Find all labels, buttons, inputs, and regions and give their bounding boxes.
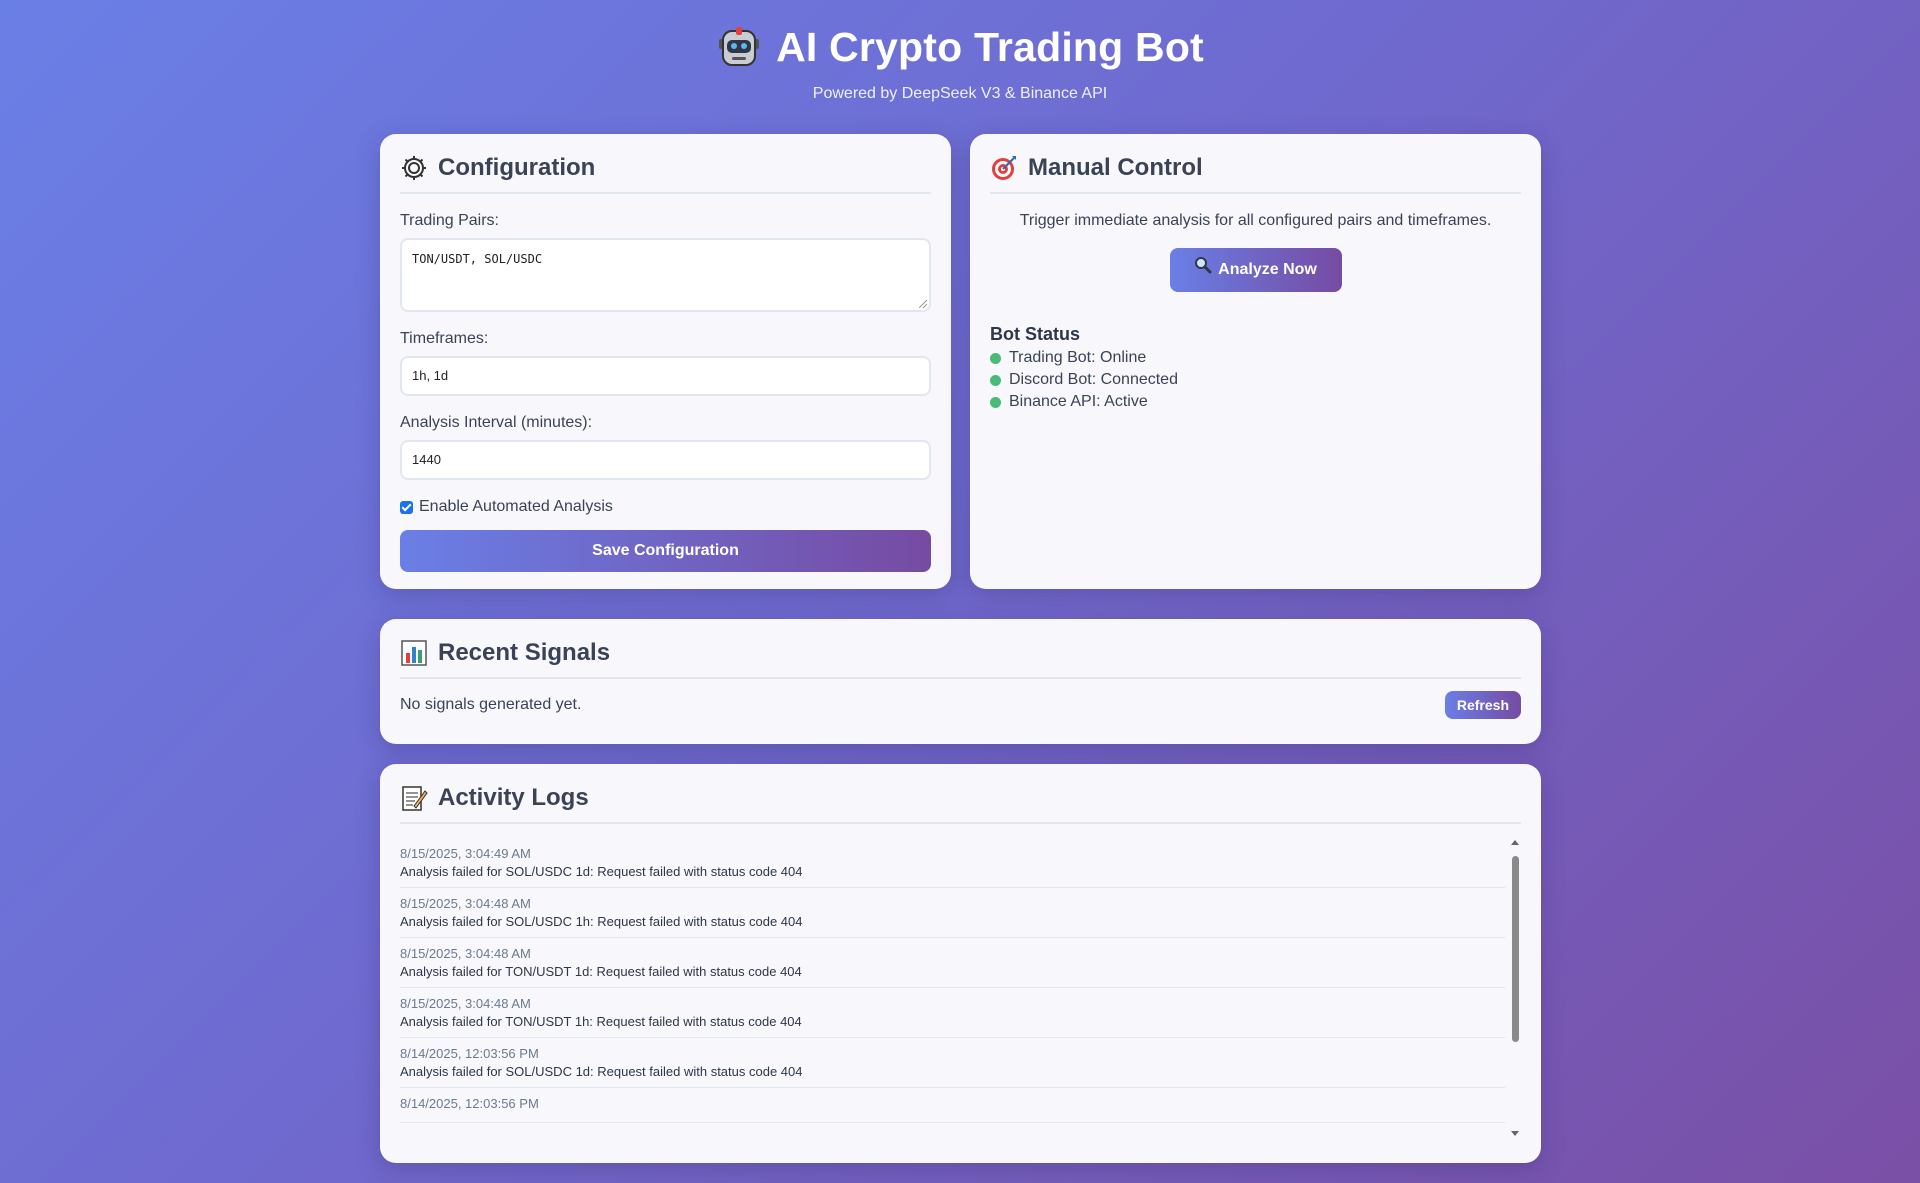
log-scrollbar[interactable] [1509, 838, 1521, 1138]
trading-pairs-value: TON/USDT, SOL/USDC [412, 252, 543, 266]
manual-control-header: Manual Control [990, 154, 1521, 194]
magnifier-icon [1194, 248, 1212, 292]
activity-logs-title: Activity Logs [438, 784, 589, 811]
log-item: 8/15/2025, 3:04:48 AM Analysis failed fo… [400, 988, 1505, 1038]
log-message: Analysis failed for SOL/USDC 1h: Request… [400, 914, 803, 929]
target-icon [990, 154, 1018, 182]
status-dot-icon [990, 374, 1001, 386]
log-timestamp: 8/14/2025, 12:03:56 PM [400, 1096, 539, 1111]
status-label: Trading Bot: Online [1009, 349, 1147, 366]
timeframes-label: Timeframes: [400, 330, 489, 347]
page-header: AI Crypto Trading Bot Powered by DeepSee… [0, 0, 1920, 103]
manual-control-title: Manual Control [1028, 154, 1203, 181]
configuration-title: Configuration [438, 154, 596, 181]
status-dot-icon [990, 352, 1001, 364]
recent-signals-header: Recent Signals [400, 639, 1521, 679]
status-item: Trading Bot: Online [990, 349, 1521, 367]
recent-signals-card: Recent Signals No signals generated yet.… [380, 619, 1541, 744]
activity-logs-card: Activity Logs 8/15/2025, 3:04:49 AM Anal… [380, 764, 1541, 1163]
analysis-interval-value: 1440 [412, 452, 441, 467]
scroll-down-arrow-icon[interactable] [1511, 1131, 1519, 1136]
log-item: 8/15/2025, 3:04:48 AM Analysis failed fo… [400, 938, 1505, 988]
trading-pairs-label: Trading Pairs: [400, 212, 499, 229]
manual-control-card: Manual Control Trigger immediate analysi… [970, 134, 1541, 589]
log-message: Analysis failed for SOL/USDC 1d: Request… [400, 864, 803, 879]
signals-row: No signals generated yet. Refresh [400, 691, 1521, 719]
configuration-card: Configuration Trading Pairs: TON/USDT, S… [380, 134, 951, 589]
page-subtitle: Powered by DeepSeek V3 & Binance API [812, 85, 1108, 102]
log-item: 8/15/2025, 3:04:49 AM Analysis failed fo… [400, 838, 1505, 888]
log-item: 8/15/2025, 3:04:48 AM Analysis failed fo… [400, 888, 1505, 938]
page-title: AI Crypto Trading Bot [776, 24, 1204, 70]
automated-analysis-checkbox[interactable] [400, 500, 413, 514]
scroll-thumb[interactable] [1512, 856, 1519, 1042]
automated-analysis-label[interactable]: Enable Automated Analysis [419, 498, 613, 516]
bar-chart-icon [400, 639, 428, 667]
status-label: Discord Bot: Connected [1009, 371, 1178, 388]
log-message: Analysis failed for TON/USDT 1h: Request… [400, 1014, 802, 1029]
timeframes-value: 1h, 1d [412, 368, 449, 383]
log-list[interactable]: 8/15/2025, 3:04:49 AM Analysis failed fo… [400, 838, 1521, 1138]
analyze-now-button[interactable]: Analyze Now [1169, 248, 1342, 292]
analysis-interval-label: Analysis Interval (minutes): [400, 414, 593, 431]
memo-icon [400, 784, 428, 812]
gear-icon [400, 154, 428, 182]
status-label: Binance API: Active [1009, 393, 1148, 410]
log-item: 8/14/2025, 12:03:56 PM Analysis failed f… [400, 1038, 1505, 1088]
analyze-now-label: Analyze Now [1218, 261, 1317, 278]
status-item: Binance API: Active [990, 393, 1521, 411]
save-configuration-button[interactable]: Save Configuration [400, 530, 931, 572]
log-message: Analysis failed for SOL/USDC 1d: Request… [400, 1064, 803, 1079]
bot-status-title: Bot Status [990, 324, 1080, 344]
manual-description: Trigger immediate analysis for all confi… [1019, 212, 1492, 229]
automated-analysis-row: Enable Automated Analysis [400, 498, 931, 516]
trading-pairs-textarea[interactable]: TON/USDT, SOL/USDC [400, 238, 931, 312]
log-timestamp: 8/15/2025, 3:04:48 AM [400, 946, 531, 961]
resize-handle-icon[interactable] [919, 300, 927, 308]
configuration-header: Configuration [400, 154, 931, 194]
analysis-interval-input[interactable]: 1440 [400, 440, 931, 480]
scroll-up-arrow-icon[interactable] [1511, 840, 1519, 845]
log-message: Analysis failed for TON/USDT 1d: Request… [400, 964, 802, 979]
recent-signals-title: Recent Signals [438, 639, 611, 666]
title-row: AI Crypto Trading Bot [0, 24, 1920, 71]
signals-empty-text: No signals generated yet. [400, 696, 582, 713]
log-timestamp: 8/14/2025, 12:03:56 PM [400, 1046, 539, 1061]
refresh-button[interactable]: Refresh [1444, 691, 1521, 719]
log-timestamp: 8/15/2025, 3:04:48 AM [400, 996, 531, 1011]
activity-logs-header: Activity Logs [400, 784, 1521, 824]
log-timestamp: 8/15/2025, 3:04:49 AM [400, 846, 531, 861]
status-dot-icon [990, 396, 1001, 408]
robot-icon [716, 25, 762, 71]
timeframes-input[interactable]: 1h, 1d [400, 356, 931, 396]
log-timestamp: 8/15/2025, 3:04:48 AM [400, 896, 531, 911]
status-item: Discord Bot: Connected [990, 371, 1521, 389]
log-item: 8/14/2025, 12:03:56 PM [400, 1088, 1505, 1123]
